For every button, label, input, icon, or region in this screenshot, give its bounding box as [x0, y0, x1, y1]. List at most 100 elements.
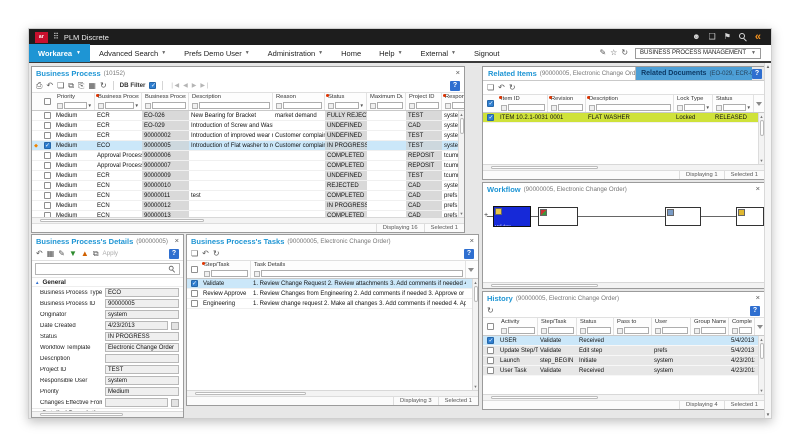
column-header[interactable]: Completed On	[729, 318, 755, 335]
new-document-icon[interactable]: ❏	[57, 81, 64, 90]
column-header[interactable]: Description	[586, 95, 674, 112]
column-filter-input[interactable]	[739, 327, 752, 334]
field-value[interactable]: 90000005	[105, 299, 179, 308]
dropdown-caret-icon[interactable]: ▼	[135, 103, 139, 108]
workflow-node[interactable]: Validate	[493, 206, 531, 227]
column-filter-input[interactable]	[587, 327, 611, 334]
vertical-scrollbar[interactable]: ▲ ▼	[458, 111, 464, 217]
scroll-thumb[interactable]	[40, 413, 124, 416]
table-row[interactable]: Review Approve 1. Review Changes from Eng…	[187, 289, 478, 299]
horizontal-scrollbar[interactable]	[483, 394, 764, 400]
column-header[interactable]: Activity	[498, 318, 538, 335]
column-header[interactable]: Responsible	[442, 93, 464, 110]
scroll-thumb[interactable]	[491, 284, 598, 287]
scroll-thumb[interactable]	[195, 392, 306, 395]
refresh-icon[interactable]: ↻	[213, 249, 220, 258]
navigation-select[interactable]: BUSINESS PROCESS MANAGEMENT ▼	[635, 47, 761, 59]
horizontal-scrollbar[interactable]	[32, 217, 464, 223]
column-header[interactable]: Task Details	[251, 261, 466, 278]
row-checkbox[interactable]	[483, 366, 498, 375]
help-icon[interactable]: ?	[752, 68, 762, 79]
column-header[interactable]: User	[652, 318, 691, 335]
row-checkbox[interactable]	[187, 299, 201, 308]
column-filter-input[interactable]	[335, 102, 359, 109]
row-checkbox[interactable]	[40, 131, 54, 140]
filter-operator-icon[interactable]	[192, 102, 198, 109]
scroll-thumb[interactable]	[759, 343, 764, 359]
column-filter-input[interactable]	[283, 102, 322, 109]
scroll-thumb[interactable]	[491, 166, 598, 169]
scroll-thumb[interactable]	[491, 396, 598, 399]
dropdown-caret-icon[interactable]: ▼	[88, 103, 92, 108]
workflow-canvas[interactable]: +ValidateEngineeringReview ApproveReleas…	[483, 195, 764, 282]
table-row[interactable]: User Task Validate Received system 4/23/2013	[483, 366, 764, 376]
promote-icon[interactable]: ▲	[81, 249, 89, 258]
scroll-up-icon[interactable]: ▲	[766, 64, 770, 69]
close-icon[interactable]: ×	[456, 69, 460, 77]
filter-operator-icon[interactable]	[589, 104, 595, 111]
column-header[interactable]: Maximum Duratio	[367, 93, 406, 110]
filter-operator-icon[interactable]	[677, 104, 683, 111]
filter-operator-icon[interactable]	[409, 102, 415, 109]
filter-operator-icon[interactable]	[204, 270, 210, 277]
column-filter-input[interactable]	[152, 102, 186, 109]
table-row[interactable]: Validate 1. Review Change Request 2. Revi…	[187, 279, 478, 289]
column-header[interactable]: Description	[189, 93, 273, 110]
scroll-down-icon[interactable]: ▼	[460, 211, 464, 216]
section-header[interactable]: ▲ General	[32, 277, 183, 287]
column-filter-input[interactable]	[105, 102, 134, 109]
bookmark-icon[interactable]: ⚑	[724, 33, 731, 41]
edit-pencil-icon[interactable]: ✎	[58, 249, 65, 258]
filter-operator-icon[interactable]	[716, 104, 722, 111]
row-checkbox[interactable]	[483, 356, 498, 365]
column-filter-input[interactable]	[452, 102, 464, 109]
row-checkbox[interactable]	[483, 346, 498, 355]
table-row[interactable]: MediumECR90000009UNDEFINEDTESTtcumming	[32, 171, 464, 181]
select-all-checkbox[interactable]	[187, 261, 201, 278]
scroll-up-icon[interactable]: ▲	[474, 280, 478, 285]
column-filter-input[interactable]	[199, 102, 270, 109]
workflow-node[interactable]: Review Approve	[665, 207, 701, 226]
column-filter-input[interactable]	[684, 104, 705, 111]
undo-icon[interactable]: ↶	[202, 249, 209, 258]
table-row[interactable]: Medium ECN 90000010 REJECTED CAD system	[32, 181, 464, 191]
field-value[interactable]	[105, 398, 168, 407]
row-checkbox[interactable]	[40, 121, 54, 130]
db-filter-checkbox[interactable]	[149, 82, 157, 89]
help-icon[interactable]: ?	[169, 248, 179, 259]
column-header[interactable]: Business Process ID	[142, 93, 189, 110]
dropdown-caret-icon[interactable]: ▼	[706, 105, 710, 110]
table-row[interactable]: ◆ Medium ECO 90000005Introduction of Flat w…	[32, 141, 464, 151]
save-icon[interactable]: ▦	[88, 81, 96, 90]
search-icon[interactable]	[168, 265, 175, 272]
column-filter-input[interactable]	[508, 104, 545, 111]
column-filter-input[interactable]	[211, 270, 248, 277]
column-header[interactable]: Revision	[548, 95, 586, 112]
next-page-icon[interactable]: ▶	[192, 83, 197, 89]
filter-operator-icon[interactable]	[328, 102, 334, 109]
save-icon[interactable]: ▦	[47, 249, 55, 258]
scroll-down-icon[interactable]: ▼	[474, 384, 478, 389]
column-header[interactable]: Reason	[273, 93, 325, 110]
column-header[interactable]: Status	[577, 318, 614, 335]
field-value[interactable]: TEST	[105, 365, 179, 374]
filter-operator-icon[interactable]	[57, 102, 63, 109]
field-value[interactable]: system	[105, 376, 179, 385]
filter-operator-icon[interactable]	[541, 327, 547, 334]
new-document-icon[interactable]: ❏	[487, 83, 494, 92]
close-icon[interactable]: ×	[175, 237, 179, 245]
copy-icon[interactable]: ⧉	[68, 81, 74, 90]
scroll-down-icon[interactable]: ▼	[760, 388, 764, 393]
help-icon[interactable]: ?	[750, 305, 760, 316]
filter-operator-icon[interactable]	[551, 104, 557, 111]
field-value[interactable]: IN PROGRESS	[105, 332, 179, 341]
column-header[interactable]: Status ▼	[325, 93, 367, 110]
column-filter-input[interactable]	[377, 102, 403, 109]
help-icon[interactable]: ?	[464, 248, 474, 259]
column-filter-input[interactable]	[261, 270, 463, 277]
row-checkbox[interactable]	[40, 191, 54, 200]
column-filter-input[interactable]	[548, 327, 574, 334]
calendar-icon[interactable]	[171, 398, 179, 407]
select-all-checkbox[interactable]	[483, 318, 498, 335]
column-filter-input[interactable]	[723, 104, 746, 111]
